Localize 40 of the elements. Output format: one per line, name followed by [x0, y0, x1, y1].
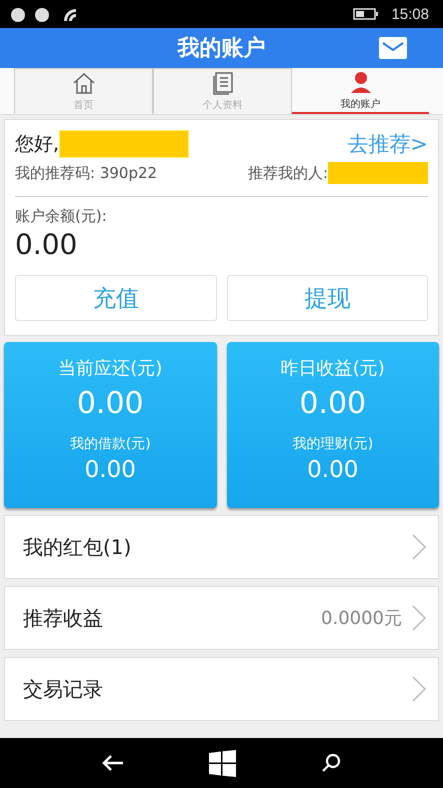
nav-tab[interactable]: 个人资料 [153, 68, 292, 114]
summary-title: 昨日收益(元) [280, 357, 385, 380]
summary-sub-label: 我的借款(元) [70, 435, 151, 453]
action-button[interactable]: 提现 [226, 275, 428, 321]
battery-icon [353, 8, 380, 20]
menu-row[interactable]: 我的红包(1) [4, 515, 439, 579]
summary-title: 当前应还(元) [58, 357, 162, 380]
mail-icon[interactable] [379, 37, 407, 59]
menu-label: 推荐收益 [23, 604, 103, 632]
chevron-icon [412, 534, 426, 560]
menu-row[interactable]: 推荐收益 0.0000元 [4, 586, 439, 650]
summary-card[interactable]: 当前应还(元) 0.00 我的借款(元) 0.00 [4, 342, 216, 508]
nav-tab[interactable]: 首页 [14, 68, 153, 114]
page-title: 我的账户 [178, 35, 266, 63]
clock-time: 15:08 [391, 6, 429, 22]
menu-label: 我的红包(1) [23, 534, 132, 560]
summary-value: 0.00 [76, 386, 144, 421]
back-icon[interactable] [102, 755, 124, 771]
greeting-text: 您好, [15, 132, 60, 157]
house-icon [72, 71, 96, 95]
menu-value: 0.0000元 [321, 607, 402, 630]
referral-code: 我的推荐码: 390p22 [15, 164, 158, 182]
referrer-label: 推荐我的人: [248, 164, 328, 182]
recommend-link[interactable]: 去推荐> [347, 130, 428, 158]
document-icon [210, 71, 234, 95]
summary-sub-value: 0.00 [307, 457, 358, 483]
menu-row[interactable]: 交易记录 [4, 657, 439, 721]
action-button[interactable]: 充值 [15, 275, 216, 321]
balance-label: 账户余额(元): [15, 207, 108, 226]
balance-amount: 0.00 [15, 228, 78, 261]
summary-sub-value: 0.00 [84, 457, 136, 483]
summary-sub-label: 我的理财(元) [292, 435, 374, 453]
person-icon [348, 70, 372, 94]
summary-value: 0.00 [299, 386, 366, 421]
search-icon[interactable] [320, 753, 341, 773]
chevron-icon [412, 676, 426, 702]
summary-card[interactable]: 昨日收益(元) 0.00 我的理财(元) 0.00 [226, 342, 439, 508]
menu-label: 交易记录 [23, 676, 103, 702]
chevron-icon [412, 605, 426, 631]
windows-icon[interactable] [208, 750, 236, 776]
